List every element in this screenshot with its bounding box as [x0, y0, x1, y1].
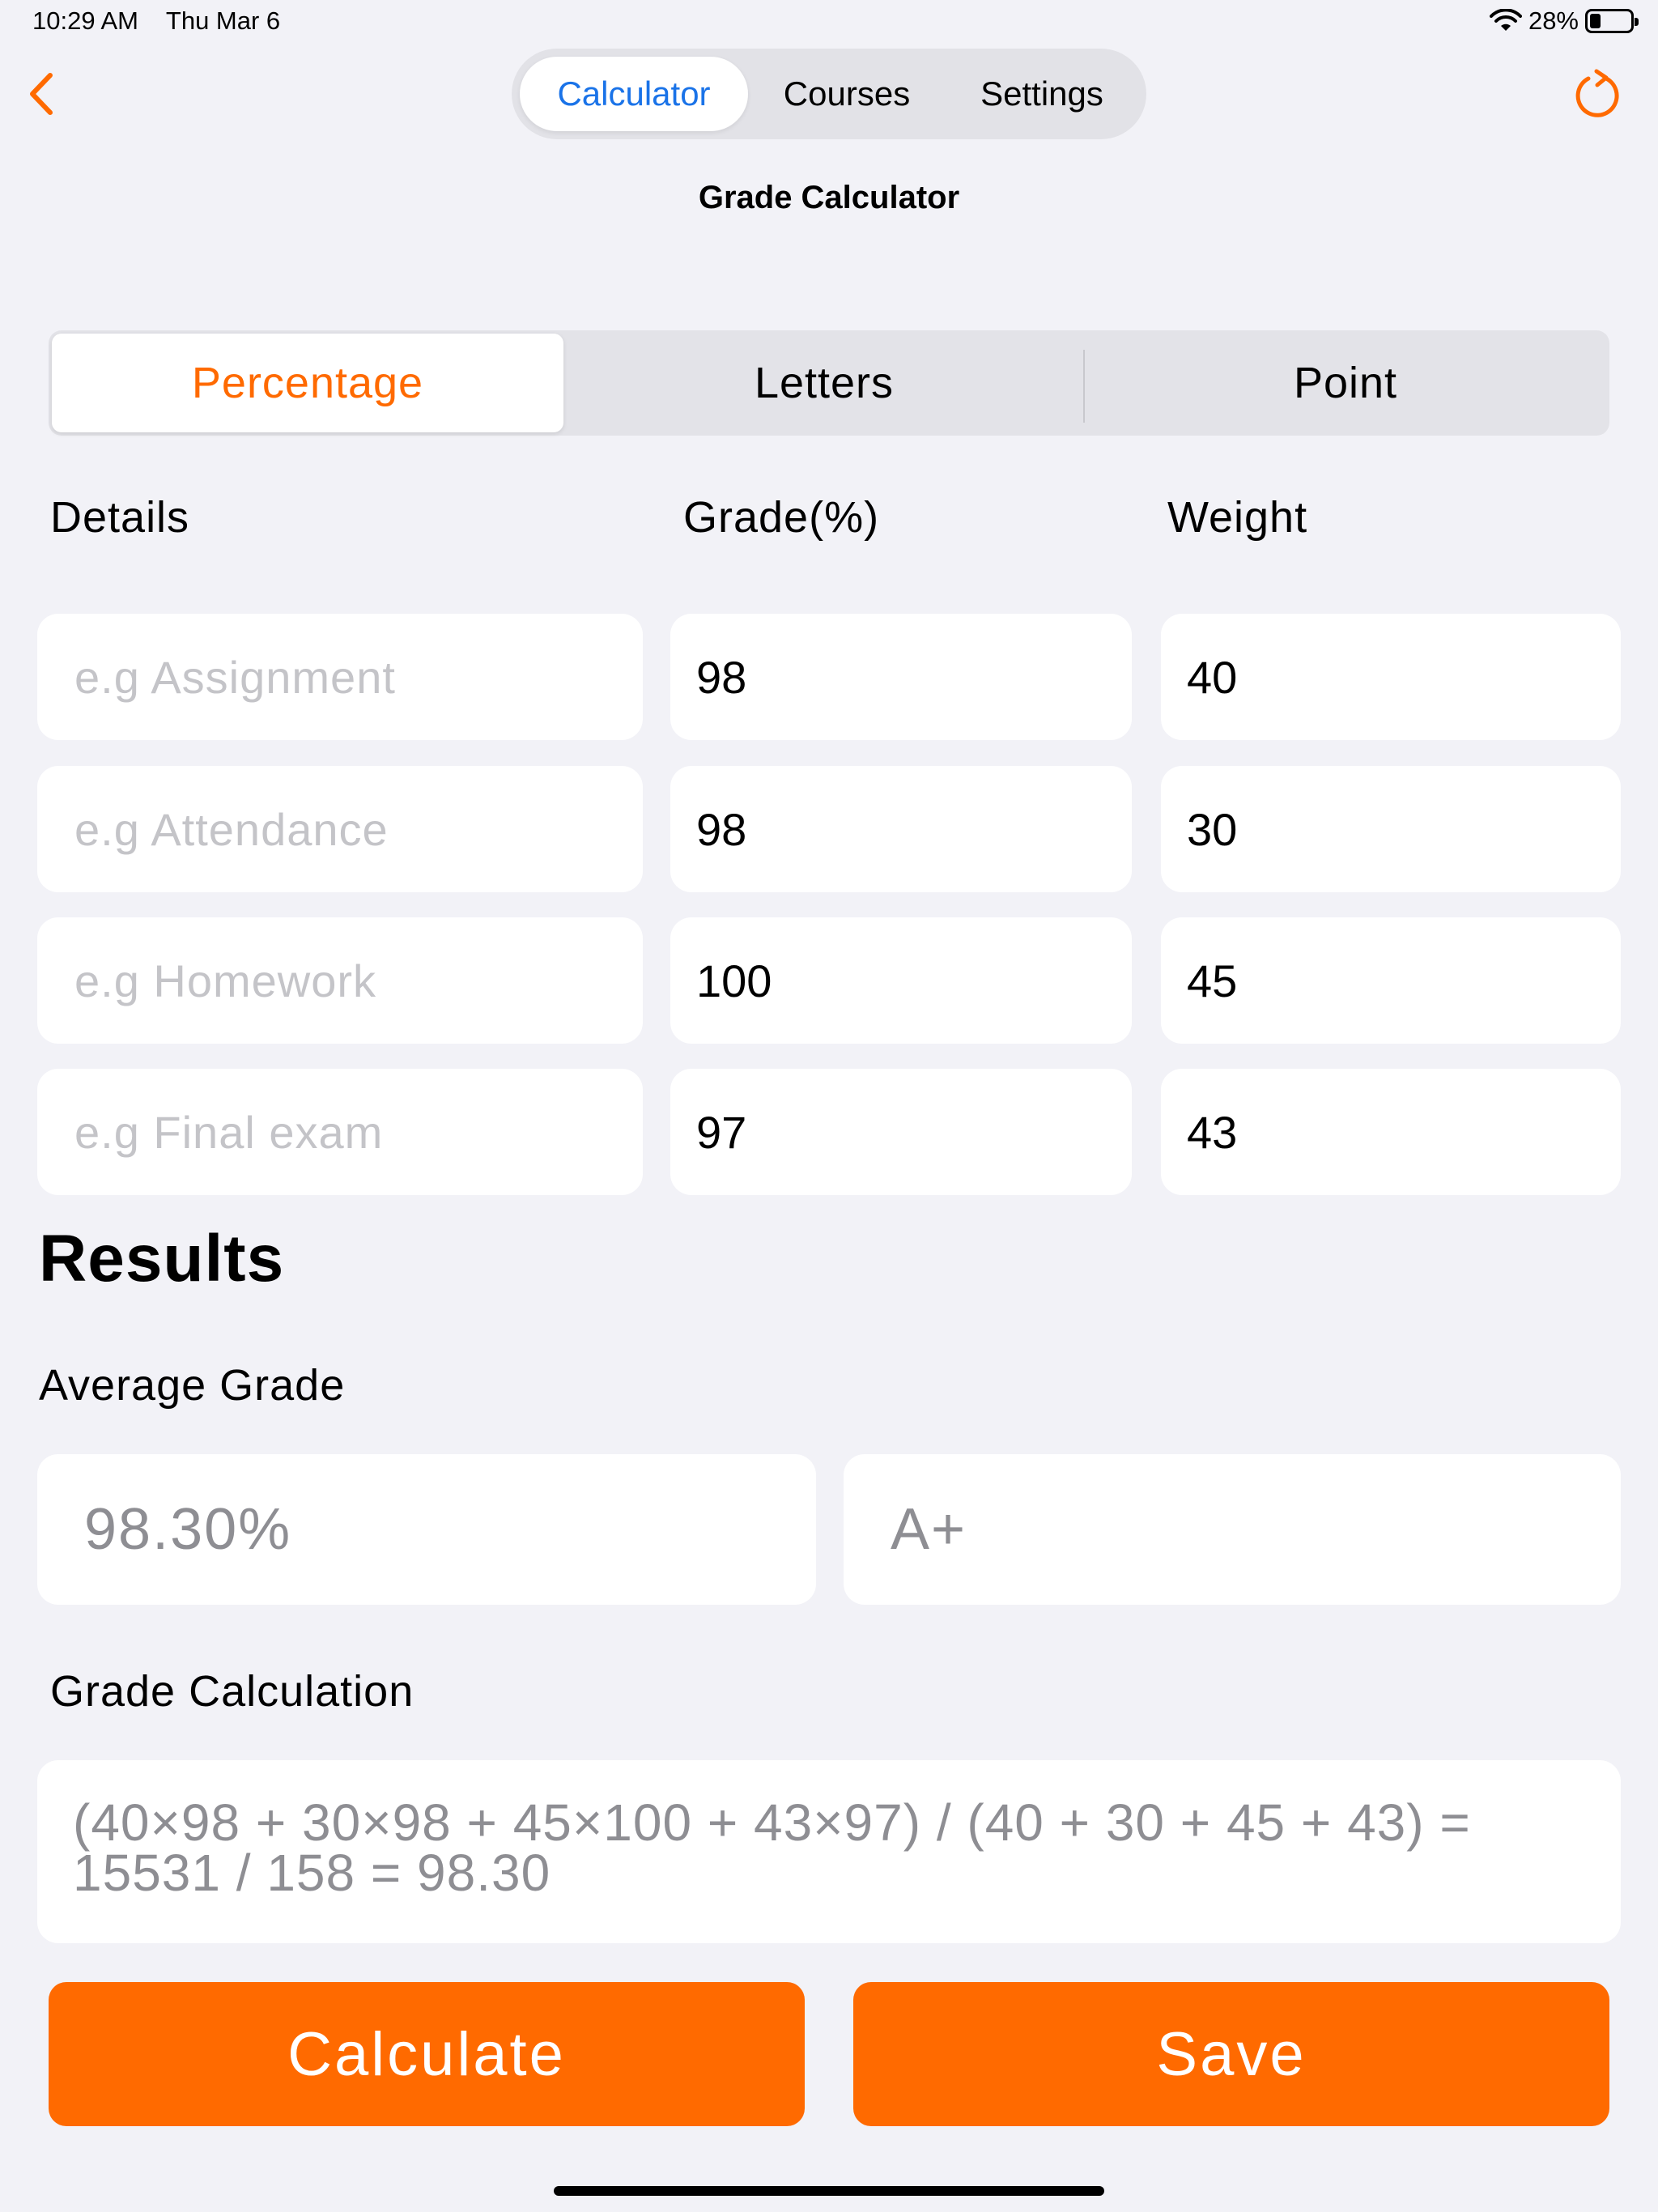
status-date: Thu Mar 6	[165, 6, 281, 35]
wifi-icon	[1489, 9, 1522, 31]
status-bar-right: 28%	[1489, 6, 1639, 36]
save-button[interactable]: Save	[853, 1982, 1609, 2126]
back-button[interactable]	[21, 68, 62, 120]
weight-input-3[interactable]: 45	[1161, 917, 1621, 1044]
home-indicator	[554, 2186, 1104, 2196]
average-grade-label: Average Grade	[39, 1361, 346, 1410]
grade-type-segmented-control: Percentage Letters Point	[49, 330, 1609, 436]
segment-letters[interactable]: Letters	[563, 334, 1085, 432]
weight-input-4[interactable]: 43	[1161, 1069, 1621, 1195]
details-input-1[interactable]: e.g Assignment	[37, 614, 643, 740]
status-time: 10:29 AM	[32, 6, 138, 35]
segment-percentage[interactable]: Percentage	[52, 334, 563, 432]
weight-input-1[interactable]: 40	[1161, 614, 1621, 740]
refresh-icon	[1575, 69, 1619, 117]
segment-letters-label: Letters	[754, 359, 895, 407]
battery-percent: 28%	[1528, 6, 1579, 35]
top-tab-bar: Calculator Courses Settings	[512, 49, 1146, 139]
segment-point-label: Point	[1293, 359, 1398, 407]
refresh-button[interactable]	[1572, 68, 1624, 120]
column-header-details: Details	[50, 493, 190, 542]
details-input-2[interactable]: e.g Attendance	[37, 766, 643, 892]
calculation-line-2: 15531 / 158 = 98.30	[73, 1844, 551, 1902]
details-input-4[interactable]: e.g Final exam	[37, 1069, 643, 1195]
grade-input-1[interactable]: 98	[670, 614, 1132, 740]
grade-input-4[interactable]: 97	[670, 1069, 1132, 1195]
tab-settings[interactable]: Settings	[946, 57, 1138, 131]
chevron-left-icon	[30, 73, 53, 115]
tab-calculator[interactable]: Calculator	[520, 57, 748, 131]
grade-input-3[interactable]: 100	[670, 917, 1132, 1044]
average-percent-field: 98.30%	[37, 1454, 816, 1605]
average-letter-field: A+	[844, 1454, 1621, 1605]
column-header-grade: Grade(%)	[683, 493, 880, 542]
results-heading: Results	[39, 1222, 285, 1295]
grade-calculation-label: Grade Calculation	[50, 1667, 414, 1716]
column-header-weight: Weight	[1167, 493, 1308, 542]
weight-input-2[interactable]: 30	[1161, 766, 1621, 892]
grade-input-2[interactable]: 98	[670, 766, 1132, 892]
battery-fill	[1590, 14, 1601, 28]
calculate-button[interactable]: Calculate	[49, 1982, 805, 2126]
grade-calculation-box: (40×98 + 30×98 + 45×100 + 43×97) / (40 +…	[37, 1760, 1621, 1943]
page-title: Grade Calculator	[698, 180, 960, 215]
details-input-3[interactable]: e.g Homework	[37, 917, 643, 1044]
calculation-line-1: (40×98 + 30×98 + 45×100 + 43×97) / (40 +…	[73, 1793, 1471, 1852]
segment-percentage-label: Percentage	[191, 359, 424, 407]
status-bar-time: 10:29 AM Thu Mar 6	[32, 6, 280, 36]
tab-courses[interactable]: Courses	[748, 57, 946, 131]
segment-point[interactable]: Point	[1085, 334, 1606, 432]
battery-icon	[1585, 9, 1639, 33]
